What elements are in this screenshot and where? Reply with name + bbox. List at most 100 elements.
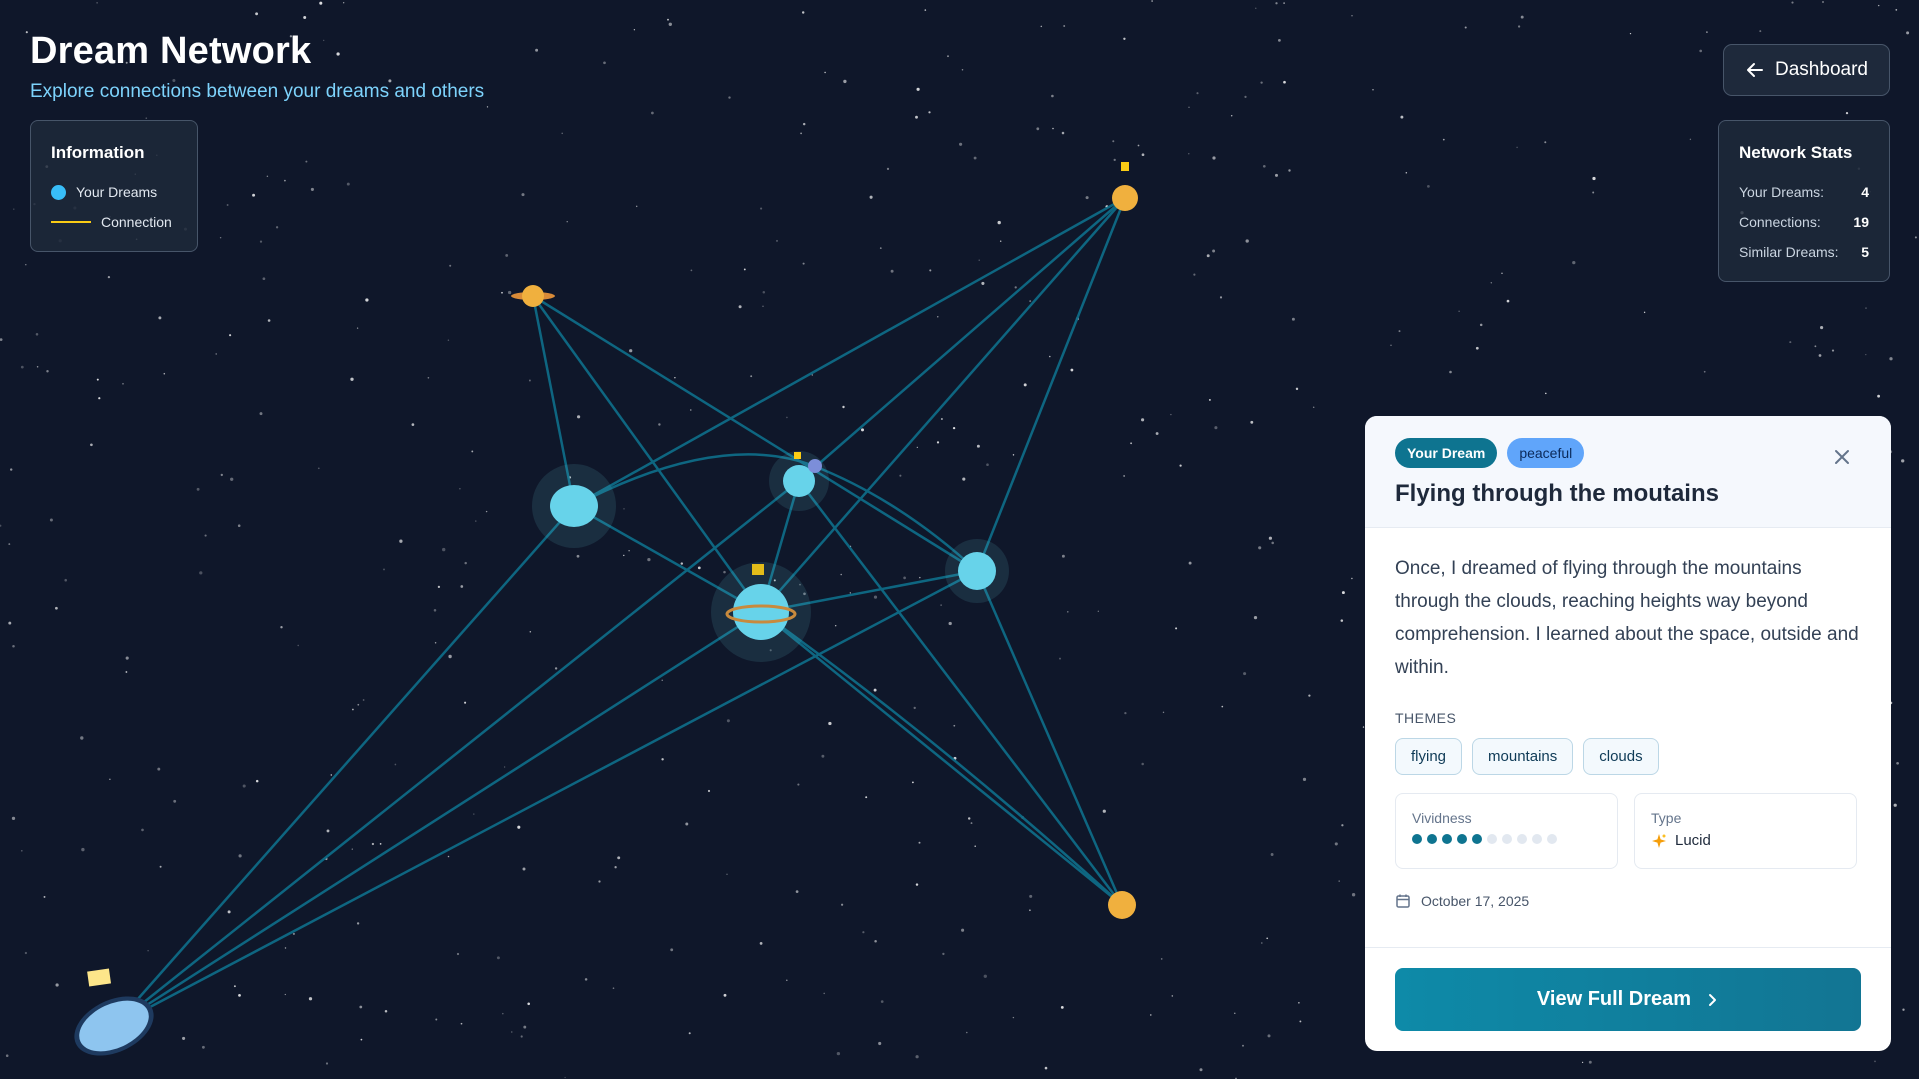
star	[229, 334, 232, 337]
star	[399, 539, 403, 543]
star	[1271, 541, 1274, 545]
legend-connection: Connection	[51, 207, 177, 237]
dream-node[interactable]	[65, 968, 163, 1068]
star	[628, 550, 630, 552]
star	[577, 415, 581, 419]
star	[1288, 169, 1291, 172]
stat-label: Your Dreams:	[1739, 184, 1825, 200]
theme-tag[interactable]: clouds	[1583, 738, 1659, 775]
calendar-icon	[1396, 894, 1410, 908]
close-icon[interactable]	[1831, 446, 1853, 468]
star	[1283, 80, 1286, 84]
theme-tag[interactable]: mountains	[1472, 738, 1574, 775]
star	[728, 96, 731, 99]
star	[890, 269, 894, 273]
star	[107, 275, 111, 279]
star	[978, 259, 980, 261]
star	[690, 269, 693, 272]
star	[1214, 426, 1218, 430]
star	[1629, 32, 1632, 35]
similar-dream-node[interactable]	[1112, 162, 1138, 211]
vividness-dot	[1427, 834, 1437, 844]
type-text: Lucid	[1675, 832, 1711, 849]
card-footer: View Full Dream	[1365, 947, 1891, 1051]
star	[292, 932, 295, 935]
star	[252, 193, 256, 197]
connection-line	[798, 197, 1126, 482]
star	[1398, 330, 1401, 333]
star	[196, 487, 200, 491]
star	[1274, 173, 1279, 177]
dashboard-button[interactable]: Dashboard	[1723, 44, 1890, 96]
network-stats-panel: Network Stats Your Dreams: 4 Connections…	[1718, 120, 1890, 282]
star	[523, 1025, 527, 1029]
theme-tag[interactable]: flying	[1395, 738, 1463, 775]
owner-badge: Your Dream	[1395, 438, 1498, 468]
star	[90, 443, 93, 447]
view-full-dream-button[interactable]: View Full Dream	[1395, 968, 1861, 1031]
star	[1023, 383, 1027, 387]
star	[411, 423, 415, 426]
star	[5, 1054, 9, 1057]
star	[966, 1031, 968, 1034]
star	[962, 477, 966, 481]
star	[1141, 153, 1145, 157]
star	[343, 2, 345, 4]
dream-node-selected[interactable]	[711, 562, 811, 662]
star	[297, 644, 299, 647]
star	[1244, 95, 1247, 99]
star	[633, 29, 636, 31]
connection-line	[975, 197, 1127, 572]
star	[1151, 0, 1153, 2]
star	[824, 71, 826, 74]
star	[8, 621, 12, 625]
vividness-dot	[1457, 834, 1467, 844]
star	[1124, 711, 1127, 715]
star	[456, 952, 460, 956]
star	[915, 1055, 919, 1059]
star	[961, 928, 965, 932]
star	[267, 319, 271, 322]
star	[1490, 282, 1493, 284]
star	[1341, 824, 1344, 827]
star	[442, 547, 446, 552]
star	[1253, 615, 1258, 620]
connection-line	[113, 610, 762, 1028]
star	[125, 656, 129, 660]
dream-node[interactable]	[769, 451, 829, 511]
star	[502, 1012, 504, 1015]
star	[843, 79, 847, 84]
star	[1914, 236, 1917, 239]
star	[647, 557, 651, 562]
star	[475, 520, 477, 522]
similar-dream-node[interactable]	[511, 285, 555, 307]
star	[762, 305, 764, 307]
star	[460, 585, 464, 588]
star	[356, 922, 360, 925]
star	[1845, 111, 1849, 115]
star	[1188, 106, 1190, 109]
star	[1475, 346, 1479, 350]
star	[394, 763, 397, 766]
arrow-left-icon	[1747, 63, 1764, 77]
stat-similar-dreams: Similar Dreams: 5	[1739, 237, 1869, 267]
star	[690, 409, 692, 411]
star	[1012, 454, 1015, 456]
similar-dream-node[interactable]	[1108, 891, 1136, 919]
star	[584, 978, 588, 981]
star	[1044, 1066, 1048, 1070]
dream-node[interactable]	[532, 464, 616, 548]
star	[1250, 420, 1254, 424]
star	[903, 576, 906, 580]
star	[865, 796, 868, 799]
star	[303, 16, 307, 19]
star	[1123, 37, 1126, 40]
star	[1162, 711, 1165, 714]
star	[471, 450, 474, 453]
connection-line	[531, 295, 763, 613]
dream-meta: Vividness Type Lucid	[1395, 793, 1861, 869]
star	[913, 706, 916, 710]
vividness-dot	[1532, 834, 1542, 844]
star	[64, 578, 67, 582]
dream-node[interactable]	[945, 539, 1009, 603]
